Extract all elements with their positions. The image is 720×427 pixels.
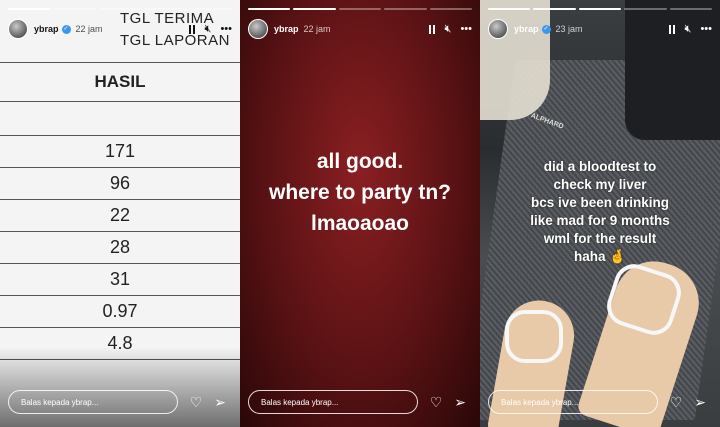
story-text-line: bcs ive been drinking [530, 195, 670, 210]
lab-results-table: HASIL 171 96 22 28 31 0.97 4.8 [0, 62, 240, 360]
username[interactable]: ybrap [274, 24, 299, 34]
sandal-strap [505, 310, 563, 363]
story-text-line: haha 🤞 [573, 249, 627, 264]
bottom-gradient [0, 347, 240, 427]
story-progress [248, 8, 473, 10]
username[interactable]: ybrap [514, 24, 539, 34]
story-text-line: lmaoaoao [310, 212, 410, 235]
reply-bar: Balas kepada ybrap... ♡ ➢ [488, 389, 712, 415]
table-row: 22 [0, 200, 240, 232]
reply-bar: Balas kepada ybrap... ♡ ➢ [8, 389, 232, 415]
post-time: 22 jam [303, 24, 331, 34]
table-row: 28 [0, 232, 240, 264]
heart-icon[interactable]: ♡ [190, 394, 203, 411]
verified-badge-icon: ✓ [541, 24, 551, 34]
mute-icon[interactable]: 🔇︎ [445, 23, 452, 35]
avatar[interactable] [488, 19, 508, 39]
more-icon[interactable]: ••• [700, 23, 712, 35]
story-header: ybrap ✓ 22 jam 🔇︎ ••• [8, 18, 232, 40]
more-icon[interactable]: ••• [220, 23, 232, 35]
heart-icon[interactable]: ♡ [430, 394, 443, 411]
table-row: 96 [0, 168, 240, 200]
avatar[interactable] [8, 19, 28, 39]
pause-icon[interactable] [668, 24, 676, 34]
story-text-line: wml for the result [543, 231, 657, 246]
avatar[interactable] [248, 19, 268, 39]
more-icon[interactable]: ••• [460, 23, 472, 35]
story-text-line: like mad for 9 months [530, 213, 670, 228]
story-header: ybrap 22 jam 🔇︎ ••• [248, 18, 472, 40]
story-viewer: TGL TERIMA TGL LAPORAN HASIL 171 96 22 2… [0, 0, 720, 427]
table-row: 0.97 [0, 296, 240, 328]
pause-icon[interactable] [188, 24, 196, 34]
story-text-line: where to party tn? [268, 181, 452, 204]
results-header: HASIL [0, 62, 240, 102]
username[interactable]: ybrap [34, 24, 59, 34]
story-header: ybrap ✓ 23 jam 🔇︎ ••• [488, 18, 712, 40]
story-progress [488, 8, 713, 10]
story-text: did a bloodtest to check my liver bcs iv… [480, 158, 720, 266]
pause-icon[interactable] [428, 24, 436, 34]
reply-bar: Balas kepada ybrap... ♡ ➢ [248, 389, 472, 415]
reply-input[interactable]: Balas kepada ybrap... [488, 390, 658, 414]
story-panel-3[interactable]: ALPHARD did a bloodtest to check my live… [480, 0, 720, 427]
verified-badge-icon: ✓ [61, 24, 71, 34]
table-row: 171 [0, 136, 240, 168]
table-row: 31 [0, 264, 240, 296]
heart-icon[interactable]: ♡ [670, 394, 683, 411]
post-time: 22 jam [75, 24, 103, 34]
post-time: 23 jam [555, 24, 583, 34]
send-icon[interactable]: ➢ [454, 394, 466, 411]
reply-input[interactable]: Balas kepada ybrap... [248, 390, 418, 414]
table-row [0, 102, 240, 136]
send-icon[interactable]: ➢ [694, 394, 706, 411]
send-icon[interactable]: ➢ [214, 394, 226, 411]
mute-icon[interactable]: 🔇︎ [685, 23, 692, 35]
story-text-line: all good. [316, 150, 404, 173]
story-text: all good. where to party tn? lmaoaoao [240, 146, 480, 239]
story-progress [8, 8, 233, 10]
story-panel-2[interactable]: all good. where to party tn? lmaoaoao yb… [240, 0, 480, 427]
story-panel-1[interactable]: TGL TERIMA TGL LAPORAN HASIL 171 96 22 2… [0, 0, 240, 427]
reply-input[interactable]: Balas kepada ybrap... [8, 390, 178, 414]
story-text-line: check my liver [553, 177, 647, 192]
mute-icon[interactable]: 🔇︎ [205, 23, 212, 35]
story-text-line: did a bloodtest to [543, 159, 657, 174]
